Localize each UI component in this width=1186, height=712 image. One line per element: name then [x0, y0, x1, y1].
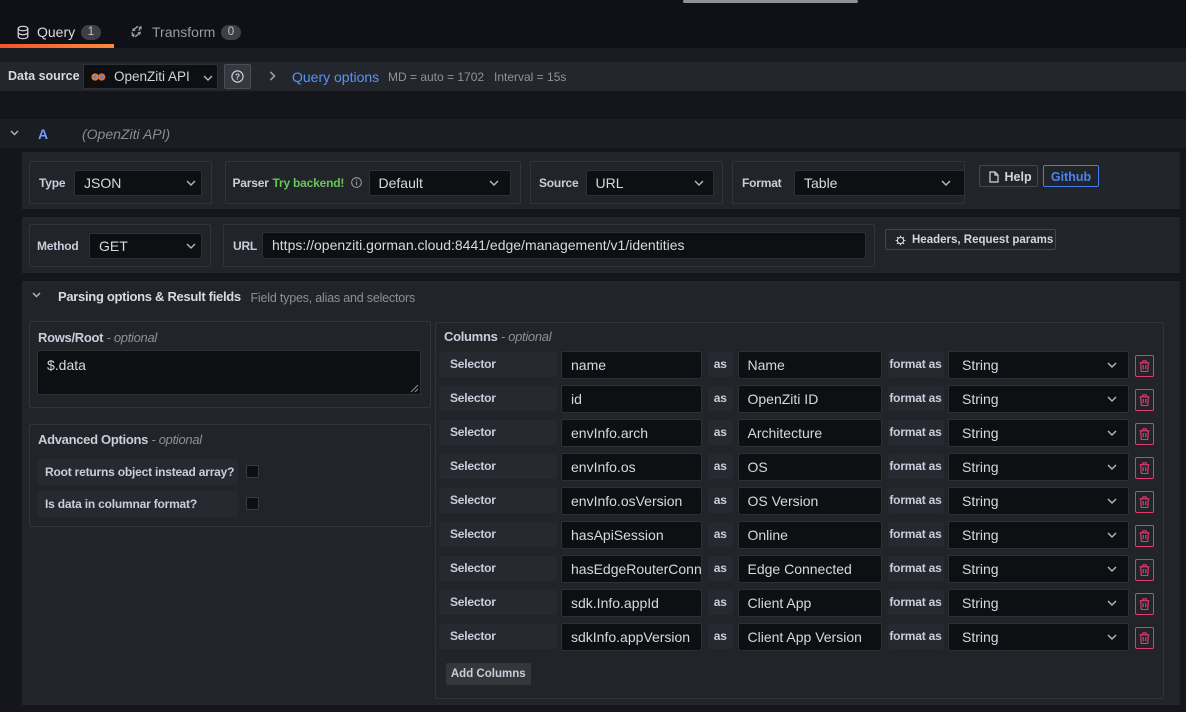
svg-text:?: ? [234, 71, 239, 81]
